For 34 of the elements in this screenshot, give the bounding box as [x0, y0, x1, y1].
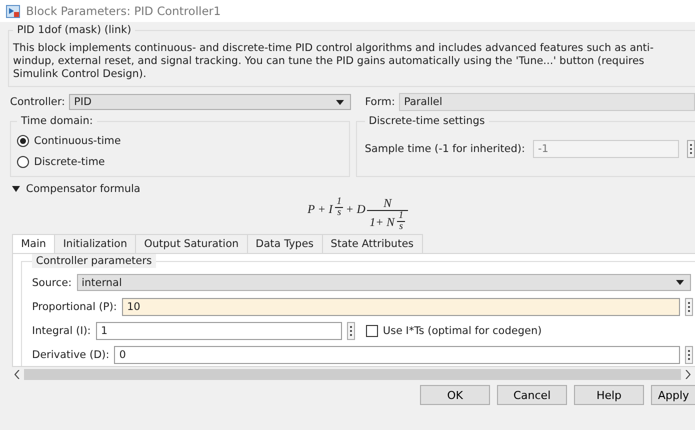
panel-title: Controller parameters: [32, 254, 156, 268]
source-label: Source:: [32, 276, 72, 288]
parameter-field[interactable]: 1: [96, 322, 342, 340]
dialog-button[interactable]: Help: [574, 385, 644, 405]
dialog-button[interactable]: Cancel: [497, 385, 567, 405]
caret-icon: [336, 100, 344, 104]
dialog-button[interactable]: Apply: [651, 385, 695, 405]
radio-option[interactable]: Continuous-time: [17, 132, 343, 149]
window-title: Block Parameters: PID Controller1: [26, 4, 221, 18]
app-icon: [6, 4, 20, 18]
description-text: This block implements continuous- and discrete-time PID control algorithms and includes advanced features such as anti-windup, external reset, and signal tracking. You can tune the PID gains automatically using the 'Tune...' button (requires Simulink Control Design).: [13, 42, 655, 81]
parameter-label: Integral (I):: [32, 324, 91, 336]
scroll-thumb[interactable]: [24, 368, 681, 380]
compensator-toggle[interactable]: Compensator formula: [12, 182, 695, 196]
panel-title: PID 1dof (mask) (link): [13, 23, 136, 37]
more-icon: [687, 140, 695, 158]
dialog-button[interactable]: OK: [420, 385, 490, 405]
parameter-label: Proportional (P):: [32, 300, 117, 312]
more-icon: [346, 322, 355, 340]
form-label: Form:: [365, 96, 396, 108]
controller-label: Controller:: [10, 96, 66, 108]
controller-dropdown[interactable]: PID: [69, 94, 352, 110]
parameter-field[interactable]: 0: [114, 346, 680, 364]
parameter-field[interactable]: 10: [122, 298, 680, 316]
caret-icon: [12, 186, 20, 192]
checkbox[interactable]: Use I*Ts (optimal for codegen): [366, 324, 542, 336]
sample-time-label: Sample time (-1 for inherited):: [364, 143, 525, 155]
tab[interactable]: State Attributes: [322, 234, 423, 253]
form-field: Parallel: [399, 93, 695, 111]
source-dropdown[interactable]: internal: [76, 274, 691, 291]
parameter-label: Derivative (D):: [32, 348, 110, 360]
panel-title: Discrete-time settings: [364, 114, 489, 128]
caret-icon: [676, 280, 684, 285]
radio-option[interactable]: Discrete-time: [17, 153, 343, 170]
